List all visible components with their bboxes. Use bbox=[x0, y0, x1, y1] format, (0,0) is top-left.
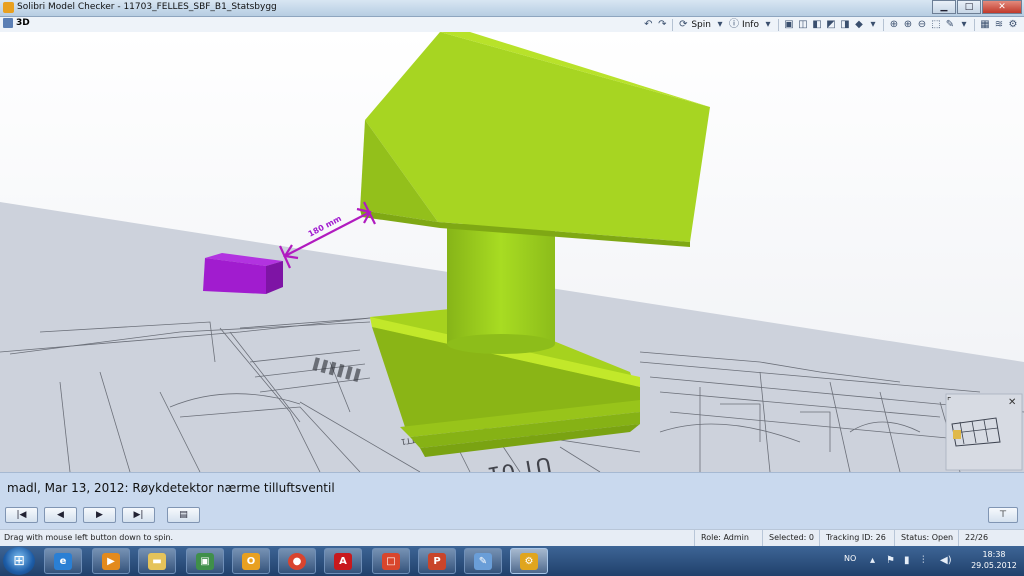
taskbar-media-player[interactable]: ▶ bbox=[92, 548, 130, 574]
measure-icon[interactable]: ✎ bbox=[944, 19, 956, 31]
spin-button-label[interactable]: Spin bbox=[691, 20, 711, 30]
clock[interactable]: 18:38 29.05.2012 bbox=[970, 549, 1018, 571]
info-button-label[interactable]: Info bbox=[742, 20, 759, 30]
minimize-button[interactable]: ▁ bbox=[932, 0, 956, 14]
chevron-down-icon[interactable]: ▾ bbox=[762, 19, 774, 31]
slide-list-button[interactable]: ▤ bbox=[167, 507, 200, 523]
zoom-fit-icon[interactable]: ⊕ bbox=[888, 19, 900, 31]
section-box-icon[interactable]: ◫ bbox=[797, 19, 809, 31]
zoom-in-icon[interactable]: ⊕ bbox=[902, 19, 914, 31]
back-arrow-icon[interactable]: ↶ bbox=[642, 19, 654, 31]
transparency-icon[interactable]: ◩ bbox=[825, 19, 837, 31]
view-toolbar: 3D ↶ ↷ ⟳ Spin ▾ ⓘ Info ▾ ▣ ◫ ◧ ◩ ◨ ◆ ▾ ⊕… bbox=[0, 17, 1024, 33]
status-message: Drag with mouse left button down to spin… bbox=[4, 533, 174, 542]
layers-icon[interactable]: ≋ bbox=[993, 19, 1005, 31]
windows-taskbar: ⊞ e ▶ ▬ ▣ O ● A □ P ✎ ⚙ NO ▴ ⚑ ▮ ⫶ ◀) 18… bbox=[0, 546, 1024, 576]
minimap-close-icon[interactable]: ✕ bbox=[1008, 397, 1016, 408]
title-bar: Solibri Model Checker - 11703_FELLES_SBF… bbox=[0, 0, 1024, 17]
settings-icon[interactable]: ⚙ bbox=[1007, 19, 1019, 31]
minimap-resize-icon[interactable]: ⌜ bbox=[947, 397, 951, 407]
previous-slide-button[interactable]: ◀ bbox=[44, 507, 77, 523]
toolbar-divider bbox=[974, 18, 975, 31]
window-title: Solibri Model Checker - 11703_FELLES_SBF… bbox=[17, 2, 277, 12]
taskbar-explorer[interactable]: ▬ bbox=[138, 548, 176, 574]
box-view-icon[interactable]: ▣ bbox=[783, 19, 795, 31]
language-indicator[interactable]: NO bbox=[844, 554, 856, 563]
hide-icon[interactable]: ◨ bbox=[839, 19, 851, 31]
status-bar: Drag with mouse left button down to spin… bbox=[0, 529, 1024, 546]
layout-icon[interactable]: ▦ bbox=[979, 19, 991, 31]
chevron-down-icon[interactable]: ▾ bbox=[958, 19, 970, 31]
3d-scene: UT 01 TT1 ▌▌▌▌▌▌ 180 mm ✕ ⌜ bbox=[0, 32, 1024, 472]
clock-time: 18:38 bbox=[982, 550, 1006, 559]
window-controls: ▁ □ ✕ bbox=[931, 0, 1022, 14]
last-slide-button[interactable]: ▶| bbox=[122, 507, 155, 523]
action-center-icon[interactable]: ⚑ bbox=[886, 555, 895, 566]
3d-viewport[interactable]: UT 01 TT1 ▌▌▌▌▌▌ 180 mm ✕ ⌜ bbox=[0, 32, 1024, 472]
taskbar-paint[interactable]: ✎ bbox=[464, 548, 502, 574]
start-button[interactable]: ⊞ bbox=[3, 547, 35, 575]
zoom-window-icon[interactable]: ⬚ bbox=[930, 19, 942, 31]
first-slide-button[interactable]: |◀ bbox=[5, 507, 38, 523]
volume-icon[interactable]: ◀) bbox=[940, 555, 952, 566]
spin-icon[interactable]: ⟳ bbox=[677, 19, 689, 31]
chevron-down-icon[interactable]: ▾ bbox=[714, 19, 726, 31]
taskbar-outlook[interactable]: O bbox=[232, 548, 270, 574]
status-state: Status: Open bbox=[894, 530, 953, 546]
clip-plane-icon[interactable]: ◧ bbox=[811, 19, 823, 31]
maximize-button[interactable]: □ bbox=[957, 0, 981, 14]
status-role: Role: Admin bbox=[694, 530, 759, 546]
next-slide-button[interactable]: ▶ bbox=[83, 507, 116, 523]
clock-date: 29.05.2012 bbox=[971, 561, 1017, 570]
presentation-button[interactable]: ⊤ bbox=[988, 507, 1018, 523]
toolbar-divider bbox=[672, 18, 674, 31]
toolbar-divider bbox=[778, 18, 779, 31]
minimap-navigator[interactable]: ✕ ⌜ bbox=[945, 393, 1023, 471]
chevron-down-icon[interactable]: ▾ bbox=[867, 19, 879, 31]
zoom-out-icon[interactable]: ⊖ bbox=[916, 19, 928, 31]
system-tray: NO ▴ ⚑ ▮ ⫶ ◀) 18:38 29.05.2012 bbox=[838, 546, 1024, 576]
status-tracking-id: Tracking ID: 26 bbox=[819, 530, 890, 546]
taskbar-powerpoint[interactable]: P bbox=[418, 548, 456, 574]
tool-strip: ↶ ↷ ⟳ Spin ▾ ⓘ Info ▾ ▣ ◫ ◧ ◩ ◨ ◆ ▾ ⊕ ⊕ … bbox=[641, 18, 1020, 31]
view-tab-label: 3D bbox=[16, 18, 30, 28]
issue-comment-panel: madl, Mar 13, 2012: Røykdetektor nærme t… bbox=[0, 472, 1024, 529]
taskbar-solibri[interactable]: ⚙ bbox=[510, 548, 548, 574]
forward-arrow-icon[interactable]: ↷ bbox=[656, 19, 668, 31]
cube-icon bbox=[3, 18, 13, 28]
color-icon[interactable]: ◆ bbox=[853, 19, 865, 31]
taskbar-adobe-reader[interactable]: A bbox=[324, 548, 362, 574]
taskbar-office[interactable]: □ bbox=[372, 548, 410, 574]
taskbar-remote-desktop[interactable]: ▣ bbox=[186, 548, 224, 574]
slide-navigation: |◀ ◀ ▶ ▶| ▤ bbox=[5, 507, 206, 523]
info-icon[interactable]: ⓘ bbox=[728, 19, 740, 31]
battery-icon[interactable]: ▮ bbox=[904, 555, 910, 566]
app-logo-icon bbox=[3, 2, 14, 13]
taskbar-chrome[interactable]: ● bbox=[278, 548, 316, 574]
status-page: 22/26 bbox=[958, 530, 1024, 546]
network-icon[interactable]: ⫶ bbox=[922, 555, 925, 566]
close-button[interactable]: ✕ bbox=[982, 0, 1022, 14]
status-selected: Selected: 0 bbox=[762, 530, 817, 546]
toolbar-divider bbox=[883, 18, 884, 31]
view-tab-3d[interactable]: 3D bbox=[3, 18, 30, 28]
issue-comment: madl, Mar 13, 2012: Røykdetektor nærme t… bbox=[7, 481, 335, 495]
taskbar-internet-explorer[interactable]: e bbox=[44, 548, 82, 574]
show-hidden-icons-icon[interactable]: ▴ bbox=[870, 555, 875, 566]
